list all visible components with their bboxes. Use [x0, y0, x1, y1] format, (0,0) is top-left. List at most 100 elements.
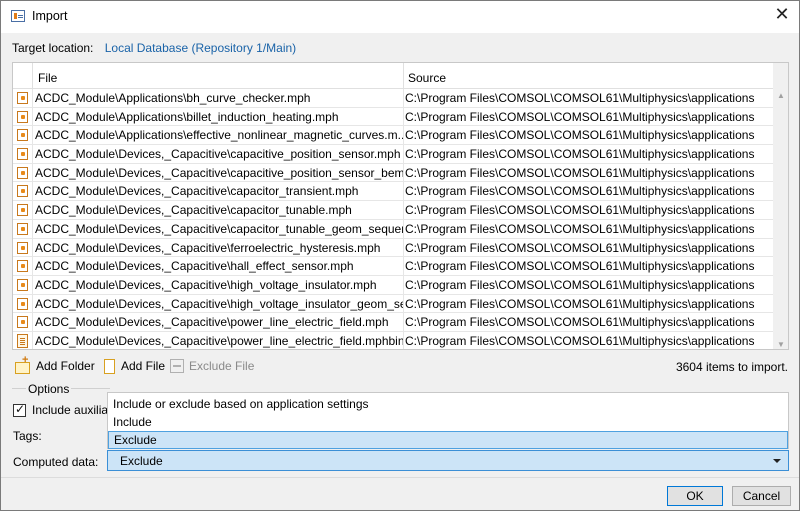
table-header: File Source: [13, 63, 773, 89]
computed-data-value: Exclude: [120, 454, 163, 468]
mph-file-icon: [17, 166, 28, 179]
file-toolbar: Add Folder Add File Exclude File: [15, 354, 395, 376]
mph-file-icon: [17, 204, 28, 217]
source-cell: C:\Program Files\COMSOL\COMSOL61\Multiph…: [405, 259, 755, 274]
mph-file-icon: [17, 260, 28, 273]
mph-file-icon: [17, 222, 28, 235]
table-row[interactable]: ACDC_Module\Devices,_Capacitive\high_vol…: [13, 275, 773, 295]
include-auxiliary-checkbox[interactable]: [13, 402, 26, 417]
row-icon-cell: [13, 89, 33, 107]
mph-file-icon: [17, 92, 28, 104]
table-row[interactable]: ACDC_Module\Devices,_Capacitive\capacito…: [13, 201, 773, 220]
file-cell: ACDC_Module\Applications\billet_inductio…: [33, 107, 404, 126]
close-icon[interactable]: ✕: [769, 4, 795, 28]
tags-label: Tags:: [13, 429, 42, 443]
file-cell: ACDC_Module\Devices,_Capacitive\capaciti…: [35, 163, 404, 182]
footer-divider: [1, 477, 799, 478]
table-row[interactable]: ACDC_Module\Devices,_Capacitive\hall_eff…: [13, 257, 773, 276]
table-row[interactable]: ACDC_Module\Devices,_Capacitive\high_vol…: [13, 294, 773, 314]
source-cell: C:\Program Files\COMSOL\COMSOL61\Multiph…: [405, 147, 755, 162]
source-cell: C:\Program Files\COMSOL\COMSOL61\Multiph…: [405, 91, 755, 105]
dropdown-option-exclude[interactable]: Exclude: [108, 431, 788, 449]
source-cell: C:\Program Files\COMSOL\COMSOL61\Multiph…: [405, 203, 755, 218]
header-icon-column: [13, 63, 33, 89]
row-icon-cell: [13, 257, 33, 276]
row-icon-cell: [13, 126, 33, 145]
window-title: Import: [32, 9, 68, 23]
row-icon-cell: [13, 201, 33, 220]
row-icon-cell: [13, 294, 33, 313]
table-row[interactable]: ACDC_Module\Devices,_Capacitive\power_li…: [13, 331, 773, 349]
column-header-file[interactable]: File: [33, 63, 404, 89]
add-folder-label: Add Folder: [36, 359, 95, 373]
target-location-label: Target location:: [12, 41, 94, 55]
file-cell: ACDC_Module\Devices,_Capacitive\high_vol…: [35, 294, 404, 313]
target-location-link[interactable]: Local Database (Repository 1/Main): [105, 41, 296, 55]
row-icon-cell: [13, 313, 33, 332]
table-row[interactable]: ACDC_Module\Devices,_Capacitive\capacito…: [13, 182, 773, 202]
file-cell: ACDC_Module\Devices,_Capacitive\hall_eff…: [33, 257, 404, 276]
file-cell: ACDC_Module\Devices,_Capacitive\capacito…: [33, 201, 404, 220]
source-cell: C:\Program Files\COMSOL\COMSOL61\Multiph…: [405, 221, 755, 236]
row-icon-cell: [13, 182, 33, 201]
row-icon-cell: [13, 219, 33, 238]
row-icon-cell: [13, 163, 33, 182]
exclude-file-label: Exclude File: [189, 359, 255, 373]
file-cell: ACDC_Module\Applications\bh_curve_checke…: [33, 89, 404, 107]
computed-data-select[interactable]: Exclude: [107, 450, 789, 471]
exclude-file-icon: [170, 359, 184, 373]
mph-file-icon: [17, 316, 28, 329]
exclude-file-button[interactable]: Exclude File: [170, 356, 254, 376]
import-dialog: Import ✕ Target location: Local Database…: [0, 0, 800, 511]
chevron-down-icon: [773, 459, 781, 463]
header-scroll-spacer: [773, 63, 788, 89]
add-file-icon: [104, 358, 115, 374]
source-cell: C:\Program Files\COMSOL\COMSOL61\Multiph…: [405, 165, 755, 180]
row-icon-cell: [13, 107, 33, 126]
source-cell: C:\Program Files\COMSOL\COMSOL61\Multiph…: [405, 184, 755, 199]
mph-file-icon: [17, 278, 28, 291]
file-cell: ACDC_Module\Devices,_Capacitive\power_li…: [35, 331, 404, 349]
mph-file-icon: [17, 241, 28, 254]
include-auxiliary-label: Include auxilia: [32, 403, 109, 417]
file-table: File Source ACDC_Module\Applications\bh_…: [12, 62, 789, 350]
dropdown-option-include[interactable]: Include: [108, 413, 788, 431]
column-header-source[interactable]: Source: [404, 63, 773, 89]
target-location-row: Target location: Local Database (Reposit…: [12, 41, 296, 55]
source-cell: C:\Program Files\COMSOL\COMSOL61\Multiph…: [405, 296, 755, 311]
table-row[interactable]: ACDC_Module\Devices,_Capacitive\capacito…: [13, 219, 773, 239]
table-row[interactable]: ACDC_Module\Devices,_Capacitive\capaciti…: [13, 145, 773, 164]
add-folder-button[interactable]: Add Folder: [15, 354, 95, 376]
table-row[interactable]: ACDC_Module\Applications\billet_inductio…: [13, 107, 773, 127]
title-bar: Import ✕: [1, 1, 799, 33]
dropdown-option-settings[interactable]: Include or exclude based on application …: [108, 395, 788, 413]
table-body: ACDC_Module\Applications\bh_curve_checke…: [13, 89, 773, 349]
add-file-button[interactable]: Add File: [104, 356, 165, 376]
add-folder-icon: [15, 354, 31, 374]
table-row[interactable]: ACDC_Module\Applications\effective_nonli…: [13, 126, 773, 146]
file-cell: ACDC_Module\Devices,_Capacitive\capacito…: [33, 182, 404, 201]
vertical-scrollbar[interactable]: ▲ ▼: [773, 89, 788, 349]
file-cell: ACDC_Module\Devices,_Capacitive\ferroele…: [33, 238, 404, 257]
file-cell: ACDC_Module\Devices,_Capacitive\capacito…: [35, 219, 404, 238]
table-row[interactable]: ACDC_Module\Devices,_Capacitive\capaciti…: [13, 163, 773, 183]
computed-data-label: Computed data:: [13, 455, 99, 469]
mph-file-icon: [17, 110, 28, 123]
mphbin-file-icon: [17, 333, 28, 348]
row-icon-cell: [13, 275, 33, 294]
table-row[interactable]: ACDC_Module\Devices,_Capacitive\power_li…: [13, 313, 773, 332]
ok-button[interactable]: OK: [667, 486, 723, 506]
scroll-down-icon[interactable]: ▼: [777, 340, 785, 349]
mph-file-icon: [17, 129, 28, 142]
table-row[interactable]: ACDC_Module\Devices,_Capacitive\ferroele…: [13, 238, 773, 258]
source-cell: C:\Program Files\COMSOL\COMSOL61\Multiph…: [405, 333, 755, 348]
scroll-up-icon[interactable]: ▲: [777, 91, 785, 100]
cancel-button[interactable]: Cancel: [732, 486, 791, 506]
include-auxiliary-row[interactable]: Include auxilia: [13, 402, 109, 417]
row-icon-cell: [13, 238, 33, 257]
table-row[interactable]: ACDC_Module\Applications\bh_curve_checke…: [13, 89, 773, 108]
row-icon-cell: [13, 331, 33, 349]
mph-file-icon: [17, 148, 28, 161]
source-cell: C:\Program Files\COMSOL\COMSOL61\Multiph…: [405, 128, 755, 143]
file-cell: ACDC_Module\Devices,_Capacitive\capaciti…: [33, 145, 404, 164]
